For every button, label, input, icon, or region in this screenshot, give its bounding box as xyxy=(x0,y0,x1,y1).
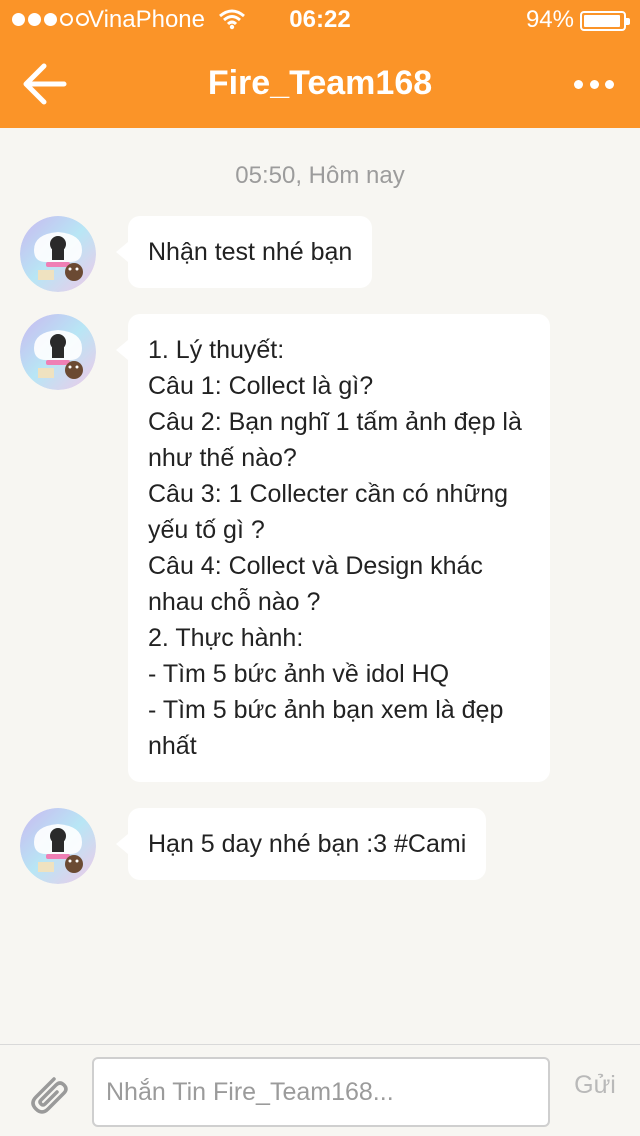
attach-button[interactable] xyxy=(24,1069,70,1115)
avatar-image xyxy=(20,808,96,884)
message-bubble[interactable]: Hạn 5 day nhé bạn :3 #Cami xyxy=(115,808,487,880)
message-bubble[interactable]: Nhận test nhé bạn xyxy=(115,216,373,288)
conversation-timestamp: 05:50, Hôm nay xyxy=(235,162,405,189)
more-button[interactable] xyxy=(574,70,614,98)
avatar[interactable] xyxy=(20,216,96,292)
more-dots-icon xyxy=(574,79,583,89)
avatar[interactable] xyxy=(20,314,96,390)
battery-percent: 94% xyxy=(525,6,574,33)
avatar-image xyxy=(20,314,96,390)
chat-title: Fire_Team168 xyxy=(207,64,433,102)
send-button[interactable]: Gửi xyxy=(566,1071,624,1100)
message-input-bar: Gửi xyxy=(0,1044,640,1136)
paperclip-icon xyxy=(31,1077,68,1114)
battery-icon xyxy=(580,11,630,31)
status-bar: VinaPhone 06:22 94% xyxy=(0,0,640,40)
message-list[interactable]: 05:50, Hôm nay Nhận test nhé bạn 1. Lý t… xyxy=(0,128,640,1044)
top-bar: VinaPhone 06:22 94% Fire_Team168 xyxy=(0,0,640,128)
message-input[interactable] xyxy=(92,1057,550,1127)
chat-header: Fire_Team168 xyxy=(0,40,640,128)
avatar-image xyxy=(20,216,96,292)
message-bubble[interactable]: 1. Lý thuyết: Câu 1: Collect là gì? Câu … xyxy=(116,314,550,782)
avatar[interactable] xyxy=(20,808,96,884)
